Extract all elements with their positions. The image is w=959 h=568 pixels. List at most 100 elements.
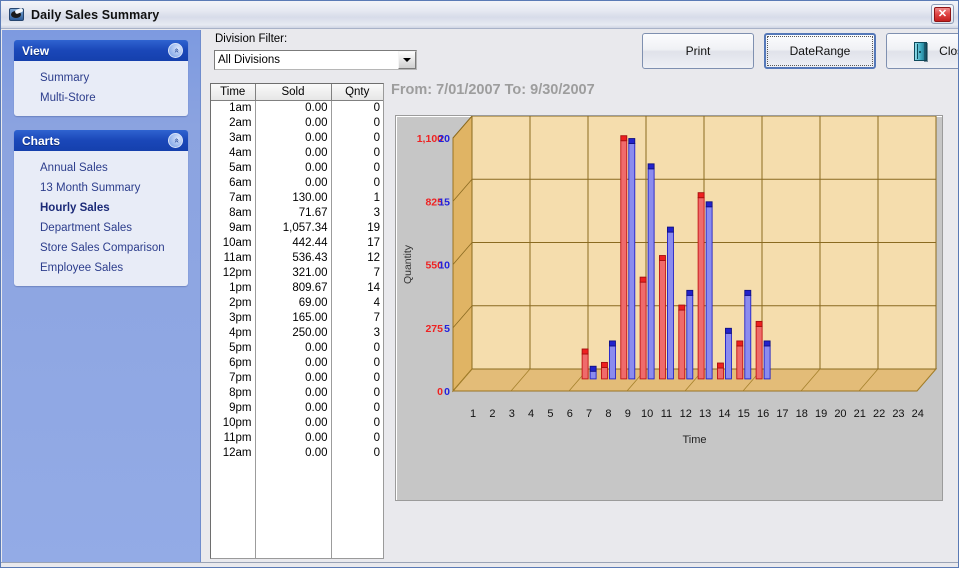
cell-time: 9am	[211, 220, 256, 236]
cell-sold: 0.00	[255, 160, 332, 176]
x-axis-tick: 2	[489, 408, 495, 420]
cell-time: 8pm	[211, 385, 256, 401]
panel-header-charts[interactable]: Charts «	[14, 130, 188, 151]
table-row[interactable]: 1pm 809.67 14	[211, 280, 383, 296]
cell-time: 11pm	[211, 430, 256, 446]
bar-qnty-cap	[763, 340, 771, 347]
cell-qnty: 0	[373, 341, 380, 354]
column-header-sold[interactable]: Sold	[255, 84, 332, 101]
chevron-up-icon[interactable]: «	[168, 43, 183, 58]
table-row[interactable]: 11pm 0.00 0	[211, 430, 383, 446]
sidebar-item-annual-sales[interactable]: Annual Sales	[14, 158, 188, 178]
x-axis-tick: 1	[470, 408, 476, 420]
table-row[interactable]: 4am 0.00 0	[211, 145, 383, 161]
table-row[interactable]: 10am 442.44 17	[211, 235, 383, 251]
close-button[interactable]: Close	[886, 33, 958, 69]
sidebar-item-multi-store[interactable]: Multi-Store	[14, 88, 188, 108]
daterange-button[interactable]: DateRange	[764, 33, 876, 69]
table-row[interactable]: 1am 0.00 0	[211, 100, 383, 116]
x-axis-tick: 10	[641, 408, 653, 420]
bar-sold-cap	[717, 362, 724, 369]
bar-qnty	[608, 345, 616, 380]
cell-qnty: 0	[373, 176, 380, 189]
x-axis-tick: 11	[661, 408, 672, 420]
table-row[interactable]: 7am 130.00 1	[211, 190, 383, 206]
chart-svg: 0 0275 555010825151,10020Quantity1 2 3 4 5 6 7 8 9…	[402, 116, 938, 446]
cell-qnty: 7	[373, 266, 380, 279]
cell-qnty: 0	[373, 146, 380, 159]
panel-header-view[interactable]: View «	[14, 40, 188, 61]
window-close-button[interactable]: ✕	[931, 4, 954, 24]
cell-qnty: 3	[373, 326, 380, 339]
cell-sold: 165.00	[255, 310, 332, 326]
bar-qnty	[667, 231, 674, 380]
table-row[interactable]: 11am 536.43 12	[211, 250, 383, 266]
sidebar-item-employee-sales[interactable]: Employee Sales	[14, 258, 188, 278]
table: Time Sold Qnty 1am 0.00 0 2am 0.00 0 3am 0.00 0 4…	[211, 84, 383, 558]
cell-qnty: 0	[373, 446, 380, 459]
x-axis: 1 2 3 4 5 6 7 8 9 10 11 12 13 14 15 16 17 18 19 20 21 22 23 24T…	[470, 408, 924, 446]
table-row[interactable]: 6am 0.00 0	[211, 175, 383, 191]
sidebar-item-summary[interactable]: Summary	[14, 68, 188, 88]
table-row[interactable]: 10pm 0.00 0	[211, 415, 383, 431]
sidebar-item-13-month-summary[interactable]: 13 Month Summary	[14, 178, 188, 198]
x-axis-tick: 15	[738, 408, 750, 420]
sidebar-item-hourly-sales[interactable]: Hourly Sales	[14, 198, 188, 218]
cell-sold: 0.00	[255, 370, 332, 386]
table-row[interactable]: 4pm 250.00 3	[211, 325, 383, 341]
table-row[interactable]: 9pm 0.00 0	[211, 400, 383, 416]
y-axis-tick-qnty: 15	[438, 196, 450, 208]
cell-time: 2pm	[211, 295, 256, 311]
hourly-sales-table[interactable]: Time Sold Qnty 1am 0.00 0 2am 0.00 0 3am 0.00 0 4…	[210, 83, 384, 559]
cell-sold: 321.00	[255, 265, 332, 281]
panel-body-view: Summary Multi-Store	[14, 61, 188, 116]
table-row[interactable]: 2pm 69.00 4	[211, 295, 383, 311]
cell-sold: 71.67	[255, 205, 332, 221]
bar-sold-cap	[755, 320, 763, 327]
table-row[interactable]: 2am 0.00 0	[211, 115, 383, 131]
bar-qnty	[628, 143, 636, 380]
x-axis-tick: 3	[509, 408, 515, 420]
hourly-sales-chart[interactable]: 0 0 275 5 550 10 825 15 1,100 20 Quantity 1 2 3 4 5 6 7 8 9…	[395, 115, 943, 501]
sidebar-panel-charts: Charts « Annual Sales 13 Month Summary H…	[14, 130, 188, 286]
sidebar-item-department-sales[interactable]: Department Sales	[14, 218, 188, 238]
chevron-down-icon[interactable]	[398, 51, 416, 69]
bar-sold	[755, 325, 763, 380]
cell-time: 5pm	[211, 340, 256, 356]
chevron-up-icon[interactable]: «	[168, 133, 183, 148]
close-icon: ✕	[934, 6, 951, 22]
table-row[interactable]: 9am 1,057.34 19	[211, 220, 383, 236]
column-header-qnty[interactable]: Qnty	[331, 84, 383, 101]
bar-sold	[736, 345, 744, 380]
print-button[interactable]: Print	[642, 33, 754, 69]
cell-qnty: 17	[367, 236, 380, 249]
table-row[interactable]: 8pm 0.00 0	[211, 385, 383, 401]
table-row[interactable]: 5am 0.00 0	[211, 160, 383, 176]
cell-time: 1am	[211, 100, 256, 116]
division-filter-select[interactable]: All Divisions	[214, 50, 417, 70]
cell-qnty: 0	[373, 356, 380, 369]
cell-qnty: 7	[373, 311, 380, 324]
sidebar-item-store-sales-comparison[interactable]: Store Sales Comparison	[14, 238, 188, 258]
print-button-label: Print	[685, 44, 711, 58]
column-header-time[interactable]: Time	[211, 84, 256, 101]
cell-time: 3am	[211, 130, 256, 146]
table-row[interactable]: 6pm 0.00 0	[211, 355, 383, 371]
table-row[interactable]: 3pm 165.00 7	[211, 310, 383, 326]
window-title: Daily Sales Summary	[31, 7, 160, 22]
cell-time: 10am	[211, 235, 256, 251]
table-row[interactable]: 3am 0.00 0	[211, 130, 383, 146]
table-row[interactable]: 12pm 321.00 7	[211, 265, 383, 281]
x-axis-tick: 22	[873, 408, 885, 420]
table-row[interactable]: 7pm 0.00 0	[211, 370, 383, 386]
cell-qnty: 0	[373, 401, 380, 414]
cell-sold: 0.00	[255, 415, 332, 431]
table-row[interactable]: 12am 0.00 0	[211, 445, 383, 461]
bar-sold-cap	[620, 135, 628, 142]
table-row[interactable]: 8am 71.67 3	[211, 205, 383, 221]
x-axis-tick: 18	[796, 408, 808, 420]
table-row[interactable]: 5pm 0.00 0	[211, 340, 383, 356]
cell-sold: 0.00	[255, 115, 332, 131]
bar-qnty-cap	[705, 201, 713, 208]
cell-time: 7pm	[211, 370, 256, 386]
